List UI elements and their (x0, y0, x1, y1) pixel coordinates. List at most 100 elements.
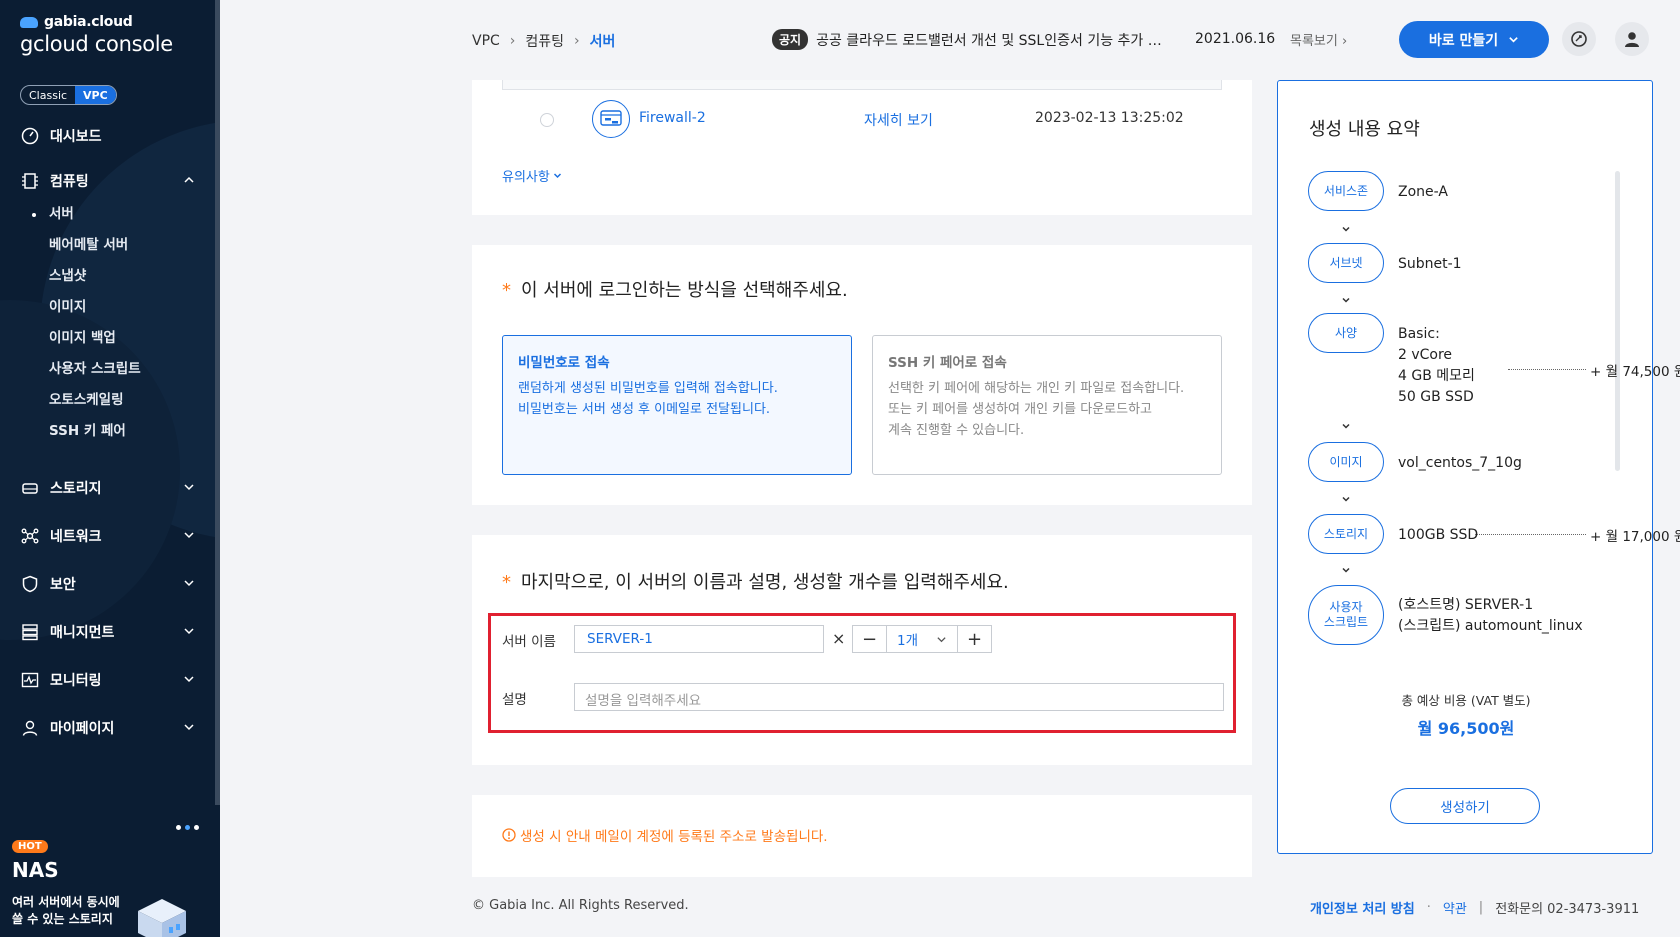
copyright: © Gabia Inc. All Rights Reserved. (472, 898, 689, 913)
privacy-policy-link[interactable]: 개인정보 처리 방침 (1310, 898, 1415, 917)
user-icon (1625, 32, 1639, 47)
server-name-input[interactable]: SERVER-1 (574, 625, 824, 653)
breadcrumb-vpc[interactable]: VPC (472, 33, 500, 49)
account-button[interactable] (1615, 22, 1649, 56)
chat-icon (1571, 31, 1587, 47)
chevron-down-icon (184, 628, 194, 635)
total-cost-label: 총 예상 비용 (VAT 별도) (1401, 693, 1531, 708)
quick-create-button[interactable]: 바로 만들기 (1399, 21, 1549, 58)
option-title: 비밀번호로 접속 (518, 355, 610, 371)
spec-line: 4 GB 메모리 (1398, 368, 1475, 384)
chevron-down-icon (1342, 226, 1350, 232)
count-select[interactable]: 1개 (886, 626, 958, 652)
network-icon (20, 526, 40, 546)
chevron-down-icon (184, 580, 194, 587)
breadcrumb-separator-icon: › (509, 33, 516, 49)
login-method-title-text: 이 서버에 로그인하는 방식을 선택해주세요. (521, 280, 848, 301)
nav-storage[interactable]: 스토리지 (0, 472, 215, 504)
info-icon (502, 828, 516, 842)
option-desc: 랜덤하게 생성된 비밀번호를 입력해 접속합니다. (518, 381, 778, 396)
notice-banner[interactable]: 공지 공공 클라우드 로드밸런서 개선 및 SSL인증서 기능 추가 안내 (772, 29, 1164, 50)
password-login-option[interactable]: 비밀번호로 접속 랜덤하게 생성된 비밀번호를 입력해 접속합니다. 비밀번호는… (502, 335, 852, 475)
footer-dot: · (1426, 900, 1431, 915)
option-desc: 비밀번호는 서버 생성 후 이메일로 전달됩니다. (518, 402, 771, 417)
option-desc: 또는 키 페어를 생성하여 개인 키를 다운로드하고 (888, 402, 1152, 417)
description-input[interactable]: 설명을 입력해주세요 (574, 683, 1224, 711)
nav-monitoring[interactable]: 모니터링 (0, 664, 215, 696)
nav-snapshot[interactable]: 스냅샷 (0, 261, 215, 292)
user-icon (20, 718, 40, 738)
nav-baremetal[interactable]: 베어메탈 서버 (0, 230, 215, 261)
notice-tag: 공지 (772, 29, 809, 50)
classic-vpc-toggle[interactable]: Classic VPC (20, 85, 117, 105)
step-label: 사용자 (1329, 600, 1363, 614)
create-button[interactable]: 생성하기 (1390, 788, 1540, 824)
summary-title: 생성 내용 요약 (1309, 119, 1420, 140)
nav-label: 스토리지 (50, 481, 102, 497)
breadcrumb-computing[interactable]: 컴퓨팅 (525, 31, 564, 51)
computing-icon (20, 171, 40, 191)
decrement-button[interactable]: − (853, 626, 886, 652)
notice-list-label: 목록보기 (1290, 34, 1338, 49)
carousel-dots[interactable] (176, 825, 199, 830)
nav-management[interactable]: 매니지먼트 (0, 616, 215, 648)
login-method-card: * 이 서버에 로그인하는 방식을 선택해주세요. 비밀번호로 접속 랜덤하게 생… (472, 245, 1252, 505)
dashboard-icon (20, 126, 40, 146)
quick-create-label: 바로 만들기 (1428, 32, 1499, 49)
count-value: 1개 (897, 633, 919, 649)
nav-server[interactable]: 서버 (0, 199, 215, 230)
storage-icon (20, 478, 40, 498)
nav-dashboard[interactable]: 대시보드 (0, 120, 215, 152)
step-image[interactable]: 이미지 (1308, 442, 1384, 482)
notice-text[interactable]: 공공 클라우드 로드밸런서 개선 및 SSL인증서 기능 추가 안내 (816, 30, 1164, 50)
nav-mypage[interactable]: 마이페이지 (0, 712, 215, 744)
chevron-right-icon: › (1337, 34, 1348, 49)
nav-label: 보안 (50, 577, 76, 593)
chevron-down-icon (937, 636, 946, 642)
step-storage[interactable]: 스토리지 (1308, 514, 1384, 554)
server-name-title-text: 마지막으로, 이 서버의 이름과 설명, 생성할 개수를 입력해주세요. (521, 572, 1009, 593)
nav-computing[interactable]: 컴퓨팅 (0, 165, 215, 197)
step-zone[interactable]: 서비스존 (1308, 171, 1384, 211)
ssh-key-login-option[interactable]: SSH 키 페어로 접속 선택한 키 페어에 해당하는 개인 키 파일로 접속합… (872, 335, 1222, 475)
notice-list-link[interactable]: 목록보기 › (1290, 30, 1347, 49)
dotted-leader (1508, 369, 1586, 370)
nav-autoscaling[interactable]: 오토스케일링 (0, 385, 215, 416)
nav-user-script[interactable]: 사용자 스크립트 (0, 354, 215, 385)
logo[interactable]: gabia.cloud gcloud console (20, 14, 173, 56)
mail-note-card: 생성 시 안내 메일이 계정에 등록된 주소로 발송됩니다. (472, 795, 1252, 877)
option-title: SSH 키 페어로 접속 (888, 355, 1007, 371)
nav-ssh-keypair[interactable]: SSH 키 페어 (0, 416, 215, 447)
nav-image[interactable]: 이미지 (0, 292, 215, 323)
firewall-radio[interactable] (540, 113, 554, 127)
notice-date: 2021.06.16 (1195, 31, 1276, 47)
step-spec[interactable]: 사양 (1308, 313, 1384, 353)
breadcrumb-server: 서버 (589, 34, 616, 50)
promo-banner[interactable]: HOT NAS 여러 서버에서 동시에 쓸 수 있는 스토리지 (0, 805, 215, 937)
sidebar-scrollbar[interactable] (215, 0, 220, 805)
nav-label: 매니지먼트 (50, 625, 115, 641)
caution-label: 유의사항 (502, 170, 550, 185)
chat-button[interactable] (1562, 22, 1596, 56)
nav-image-backup[interactable]: 이미지 백업 (0, 323, 215, 354)
step-subnet[interactable]: 서브넷 (1308, 243, 1384, 283)
monitoring-icon (20, 670, 40, 690)
toggle-vpc[interactable]: VPC (75, 86, 116, 104)
script-line: (스크립트) automount_linux (1398, 618, 1583, 634)
nav-network[interactable]: 네트워크 (0, 520, 215, 552)
summary-scrollbar[interactable] (1615, 171, 1620, 471)
firewall-created-date: 2023-02-13 13:25:02 (1035, 110, 1184, 126)
caution-toggle[interactable]: 유의사항 (502, 166, 562, 185)
count-stepper: − 1개 + (852, 625, 992, 653)
terms-link[interactable]: 약관 (1443, 898, 1467, 917)
nav-security[interactable]: 보안 (0, 568, 215, 600)
increment-button[interactable]: + (958, 626, 991, 652)
cloud-logo-icon (20, 16, 38, 28)
brand-small: gabia.cloud (44, 14, 133, 30)
brand-title: gcloud console (20, 32, 173, 56)
description-label: 설명 (502, 692, 527, 708)
firewall-detail-link[interactable]: 자세히 보기 (864, 110, 933, 130)
step-user-script[interactable]: 사용자 스크립트 (1308, 585, 1384, 645)
chevron-down-icon (184, 676, 194, 683)
toggle-classic[interactable]: Classic (21, 86, 75, 104)
